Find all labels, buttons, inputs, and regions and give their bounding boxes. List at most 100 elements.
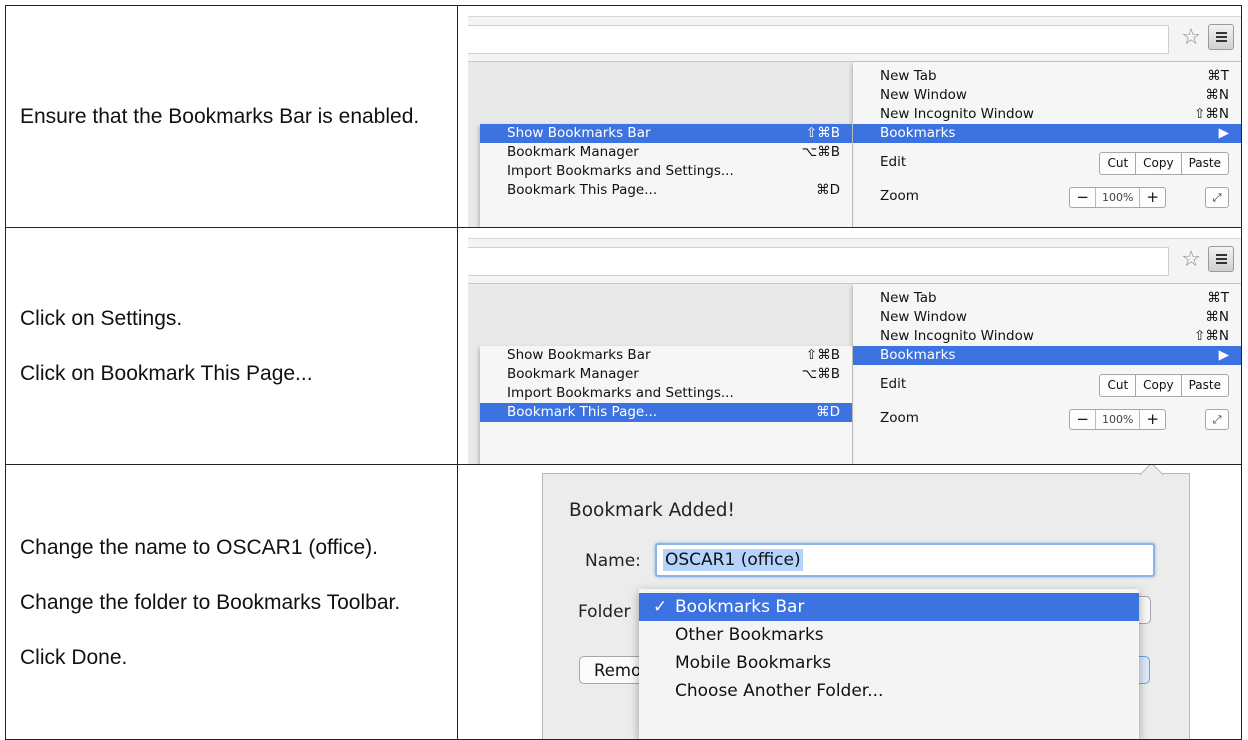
menu-item-shortcut: ⇧⌘B: [805, 125, 840, 141]
star-outline-icon[interactable]: ☆: [1181, 247, 1201, 273]
instruction-text: Click on Bookmark This Page...: [20, 362, 313, 385]
menu-item-bookmarks[interactable]: Bookmarks ▶: [853, 346, 1241, 365]
zoom-in-button[interactable]: +: [1139, 410, 1165, 429]
menu-row-edit: Edit Cut Copy Paste: [853, 365, 1241, 403]
fullscreen-icon[interactable]: ⤢: [1205, 187, 1229, 208]
menu-item-label: New Tab: [880, 290, 937, 306]
folder-option-choose-another[interactable]: Choose Another Folder...: [639, 677, 1139, 705]
menu-item-shortcut: ⇧⌘N: [1194, 106, 1229, 122]
menu-item-shortcut: ⇧⌘N: [1194, 328, 1229, 344]
edit-buttons: Cut Copy Paste: [1099, 152, 1229, 175]
menu-item-label: New Window: [880, 309, 967, 325]
menu-row-zoom: Zoom − 100% + ⤢: [853, 403, 1241, 433]
menu-item-shortcut: ⌘N: [1205, 87, 1229, 103]
submenu-arrow-icon: ▶: [1218, 125, 1229, 141]
folder-label: Folder: [578, 602, 631, 622]
folder-option-label: Mobile Bookmarks: [675, 653, 832, 673]
menu-item-shortcut: ⌘N: [1205, 309, 1229, 325]
menu-row-zoom: Zoom − 100% + ⤢: [853, 181, 1241, 211]
folder-option-other-bookmarks[interactable]: Other Bookmarks: [639, 621, 1139, 649]
address-bar[interactable]: [468, 247, 1169, 276]
name-label: Name:: [585, 551, 641, 571]
name-input-value: OSCAR1 (office): [663, 549, 803, 571]
menu-item-label: Show Bookmarks Bar: [507, 347, 651, 363]
instruction-cell: Click on Settings. Click on Bookmark Thi…: [5, 227, 458, 465]
folder-option-mobile-bookmarks[interactable]: Mobile Bookmarks: [639, 649, 1139, 677]
menu-item-label: Show Bookmarks Bar: [507, 125, 651, 141]
cut-button[interactable]: Cut: [1100, 375, 1135, 396]
bookmarks-submenu: Show Bookmarks Bar ⇧⌘B Bookmark Manager ⌥⌘…: [480, 346, 852, 464]
menu-item-label: New Tab: [880, 68, 937, 84]
instruction-text: Click on Settings.: [20, 307, 183, 330]
browser-toolbar: ☆: [468, 16, 1241, 62]
step-row-1: Ensure that the Bookmarks Bar is enabled…: [5, 5, 1242, 228]
menu-item-label: New Window: [880, 87, 967, 103]
zoom-out-button[interactable]: −: [1070, 410, 1095, 429]
screenshot-cell: Bookmark Added! Name: OSCAR1 (office) Fo…: [457, 464, 1242, 740]
zoom-level: 100%: [1094, 410, 1139, 429]
paste-button[interactable]: Paste: [1180, 375, 1228, 396]
menu-item-label: Bookmark This Page...: [507, 182, 658, 198]
menu-item-label: Bookmark Manager: [507, 366, 639, 382]
menu-item-label: Zoom: [880, 410, 919, 426]
instruction-cell: Change the name to OSCAR1 (office). Chan…: [5, 464, 458, 740]
name-input[interactable]: OSCAR1 (office): [655, 543, 1155, 577]
zoom-control: − 100% +: [1069, 187, 1166, 208]
folder-dropdown: ✓ Bookmarks Bar Other Bookmarks Mobile B…: [639, 589, 1139, 739]
menu-item-new-tab[interactable]: New Tab ⌘T: [853, 289, 1241, 308]
menu-item-new-tab[interactable]: New Tab ⌘T: [853, 67, 1241, 86]
menu-item-bookmarks[interactable]: Bookmarks ▶: [853, 124, 1241, 143]
address-bar[interactable]: [468, 25, 1169, 54]
fullscreen-icon[interactable]: ⤢: [1205, 409, 1229, 430]
menu-item-shortcut: ⌥⌘B: [801, 366, 840, 382]
submenu-item-bookmark-manager[interactable]: Bookmark Manager ⌥⌘B: [480, 365, 852, 384]
instruction-cell: Ensure that the Bookmarks Bar is enabled…: [5, 5, 458, 228]
browser-toolbar: ☆: [468, 238, 1241, 284]
menu-item-label: Import Bookmarks and Settings...: [507, 163, 734, 179]
dialog-title: Bookmark Added!: [569, 500, 735, 521]
folder-option-label: Choose Another Folder...: [675, 681, 884, 701]
submenu-item-show-bookmarks-bar[interactable]: Show Bookmarks Bar ⇧⌘B: [480, 346, 852, 365]
dialog-pointer: [1139, 465, 1164, 487]
menu-item-shortcut: ⌘T: [1207, 290, 1229, 306]
chrome-menu: New Tab ⌘T New Window ⌘N New Incognito Win…: [853, 284, 1241, 464]
menu-item-new-incognito[interactable]: New Incognito Window ⇧⌘N: [853, 327, 1241, 346]
menu-item-shortcut: ⌘D: [816, 182, 840, 198]
zoom-out-button[interactable]: −: [1070, 188, 1095, 207]
hamburger-menu-icon[interactable]: [1208, 246, 1234, 272]
menu-item-new-window[interactable]: New Window ⌘N: [853, 86, 1241, 105]
menu-item-label: New Incognito Window: [880, 106, 1034, 122]
submenu-item-bookmark-this-page[interactable]: Bookmark This Page... ⌘D: [480, 181, 852, 200]
menu-item-new-window[interactable]: New Window ⌘N: [853, 308, 1241, 327]
screenshot-cell: ☆ New Tab ⌘T New Window ⌘N New Incognito W…: [457, 227, 1242, 465]
menu-item-shortcut: ⇧⌘B: [805, 347, 840, 363]
star-outline-icon[interactable]: ☆: [1181, 25, 1201, 51]
hamburger-menu-icon[interactable]: [1208, 24, 1234, 50]
submenu-item-import[interactable]: Import Bookmarks and Settings...: [480, 162, 852, 181]
bookmarks-submenu: Show Bookmarks Bar ⇧⌘B Bookmark Manager ⌥⌘…: [480, 124, 852, 227]
edit-buttons: Cut Copy Paste: [1099, 374, 1229, 397]
menu-item-new-incognito[interactable]: New Incognito Window ⇧⌘N: [853, 105, 1241, 124]
paste-button[interactable]: Paste: [1180, 153, 1228, 174]
zoom-level: 100%: [1094, 188, 1139, 207]
submenu-item-import[interactable]: Import Bookmarks and Settings...: [480, 384, 852, 403]
folder-option-bookmarks-bar[interactable]: ✓ Bookmarks Bar: [639, 593, 1139, 621]
copy-button[interactable]: Copy: [1135, 153, 1180, 174]
menu-item-label: Bookmark This Page...: [507, 404, 658, 420]
instruction-text: Click Done.: [20, 645, 128, 669]
submenu-item-bookmark-this-page[interactable]: Bookmark This Page... ⌘D: [480, 403, 852, 422]
menu-item-label: Zoom: [880, 188, 919, 204]
folder-option-label: Other Bookmarks: [675, 625, 824, 645]
menu-item-label: New Incognito Window: [880, 328, 1034, 344]
cut-button[interactable]: Cut: [1100, 153, 1135, 174]
zoom-in-button[interactable]: +: [1139, 188, 1165, 207]
menu-item-shortcut: ⌘D: [816, 404, 840, 420]
copy-button[interactable]: Copy: [1135, 375, 1180, 396]
menu-item-label: Edit: [880, 376, 907, 392]
submenu-item-bookmark-manager[interactable]: Bookmark Manager ⌥⌘B: [480, 143, 852, 162]
instructions-table: Ensure that the Bookmarks Bar is enabled…: [5, 5, 1242, 740]
instruction-text: Change the name to OSCAR1 (office).: [20, 535, 378, 559]
folder-option-label: Bookmarks Bar: [675, 597, 805, 617]
instruction-text: Change the folder to Bookmarks Toolbar.: [20, 590, 401, 614]
submenu-item-show-bookmarks-bar[interactable]: Show Bookmarks Bar ⇧⌘B: [480, 124, 852, 143]
